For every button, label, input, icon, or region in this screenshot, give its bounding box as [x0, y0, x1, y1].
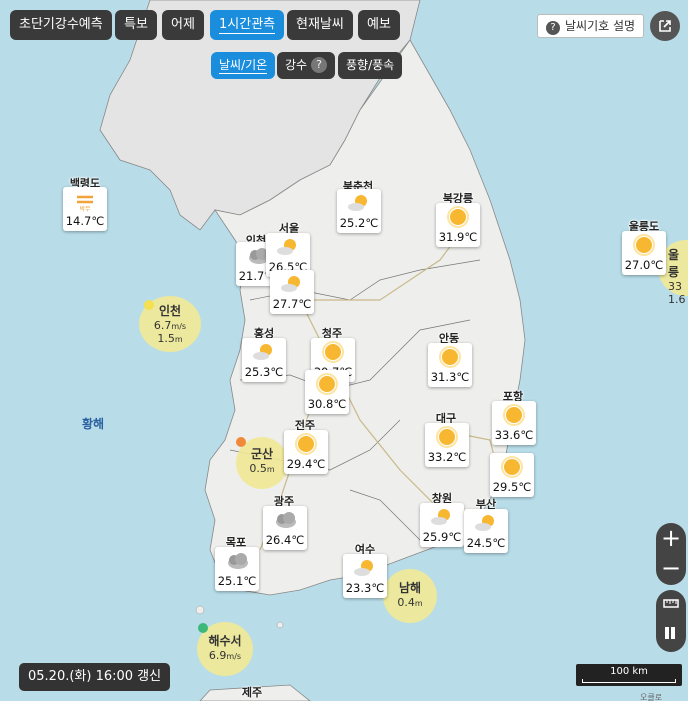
weather-card-hongseong[interactable]: 25.3℃: [242, 338, 286, 382]
map-small-label: 오클로: [640, 693, 663, 701]
partly-cloudy-icon: [475, 515, 494, 531]
weather-card-baengnyeongdo[interactable]: 박무 14.7℃: [63, 187, 107, 231]
partly-cloudy-icon: [281, 276, 300, 292]
zoom-in-button[interactable]: +: [656, 523, 686, 553]
partly-cloudy-icon: [277, 239, 296, 255]
weather-card-bukchuncheon[interactable]: 25.2℃: [337, 189, 381, 233]
sunny-icon: [295, 433, 317, 455]
external-link-icon[interactable]: [650, 11, 680, 41]
help-icon[interactable]: ?: [311, 57, 328, 73]
sunny-icon: [316, 373, 338, 395]
tab-warning[interactable]: 특보: [115, 10, 157, 40]
weather-card-busan[interactable]: 24.5℃: [464, 509, 508, 553]
weather-card-ulsan[interactable]: 29.5℃: [490, 453, 534, 497]
subtab-weather-temp[interactable]: 날씨/기온: [211, 52, 276, 79]
cloudy-icon: [276, 512, 296, 528]
sea-label: 황해: [82, 417, 105, 431]
haze-icon: 박무: [77, 195, 93, 213]
ruler-icon[interactable]: [656, 590, 686, 620]
partly-cloudy-icon: [348, 195, 367, 211]
tab-nowcast[interactable]: 초단기강수예측: [10, 10, 112, 40]
marine-marker: [236, 437, 246, 447]
subtab-precip[interactable]: 강수?: [277, 52, 336, 79]
panel-icon[interactable]: [656, 620, 686, 650]
sunny-icon: [447, 206, 469, 228]
weather-card-pohang[interactable]: 33.6℃: [492, 401, 536, 445]
weather-card-yeosu[interactable]: 23.3℃: [343, 554, 387, 598]
subtab-wind[interactable]: 풍향/풍속: [338, 52, 403, 79]
svg-text:박무: 박무: [79, 205, 91, 213]
zoom-out-button[interactable]: −: [656, 553, 686, 583]
weather-card-jeonju[interactable]: 29.4℃: [284, 430, 328, 474]
tab-hourly-obs[interactable]: 1시간관측: [210, 10, 285, 40]
weather-card-ulleungdo[interactable]: 27.0℃: [622, 231, 666, 275]
partly-cloudy-icon: [253, 344, 272, 360]
weather-card-suwon[interactable]: 27.7℃: [270, 270, 314, 314]
tab-yesterday[interactable]: 어제: [162, 10, 204, 40]
weather-card-andong[interactable]: 31.3℃: [428, 343, 472, 387]
sunny-icon: [322, 341, 344, 363]
weather-card-daejeon[interactable]: 30.8℃: [305, 370, 349, 414]
weather-card-bukgangneung[interactable]: 31.9℃: [436, 203, 480, 247]
weather-card-gwangju[interactable]: 26.4℃: [263, 506, 307, 550]
cloudy-icon: [228, 553, 248, 569]
update-time: 05.20.(화) 16:00 갱신: [19, 663, 171, 691]
scale-bar: 100 km: [576, 664, 682, 686]
partly-cloudy-icon: [431, 509, 450, 525]
sunny-icon: [439, 346, 461, 368]
sunny-icon: [501, 456, 523, 478]
zoom-control: + −: [656, 523, 686, 585]
city-label-jeju: 제주: [241, 686, 263, 699]
marine-bubble-namhae[interactable]: 남해 0.4m: [383, 569, 437, 623]
sunny-icon: [436, 426, 458, 448]
weather-card-mokpo[interactable]: 25.1℃: [215, 547, 259, 591]
legend-button[interactable]: ? 날씨기호 설명: [537, 14, 645, 38]
tab-forecast[interactable]: 예보: [358, 10, 400, 40]
partly-cloudy-icon: [354, 560, 373, 576]
sunny-icon: [633, 234, 655, 256]
marine-marker: [144, 300, 154, 310]
question-icon: ?: [546, 21, 560, 35]
sunny-icon: [503, 404, 525, 426]
weather-card-daegu[interactable]: 33.2℃: [425, 423, 469, 467]
marine-marker: [198, 623, 208, 633]
weather-card-changwon[interactable]: 25.9℃: [420, 503, 464, 547]
layer-control: [656, 590, 686, 652]
tab-current-weather[interactable]: 현재날씨: [287, 10, 353, 40]
